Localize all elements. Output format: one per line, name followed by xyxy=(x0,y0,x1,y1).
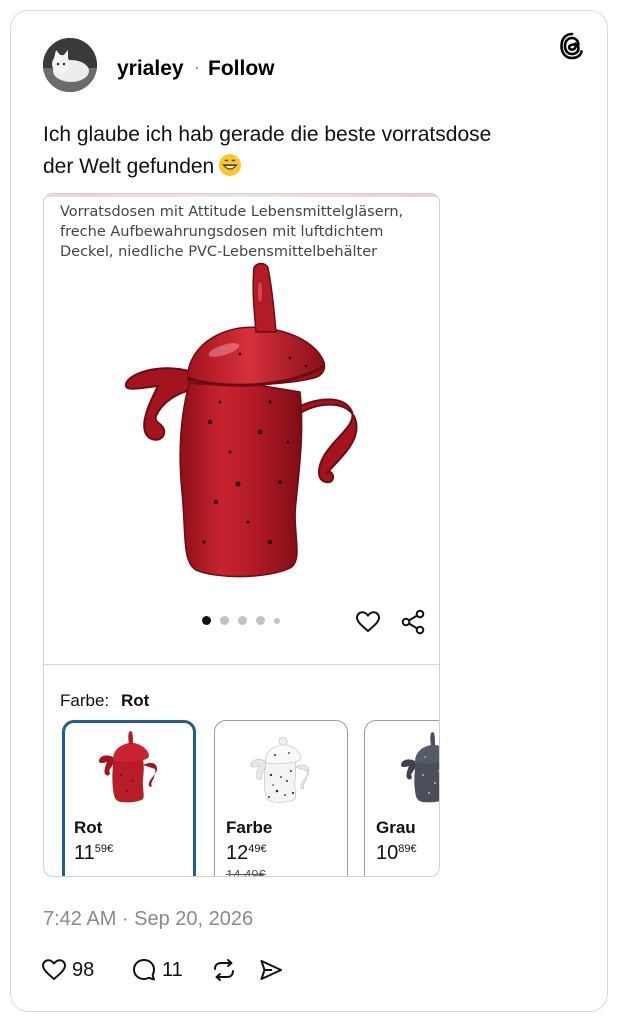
like-button[interactable]: 98 xyxy=(41,955,94,985)
variant-name: Farbe xyxy=(226,818,273,837)
variant-price: 1159€ xyxy=(74,842,114,864)
user-avatar[interactable] xyxy=(43,38,97,92)
variant-name: Rot xyxy=(74,818,103,837)
carousel-dot[interactable] xyxy=(256,616,265,625)
post-text: Ich glaube ich hab gerade die beste vorr… xyxy=(43,119,563,183)
carousel-dot[interactable] xyxy=(202,616,211,625)
follow-button[interactable]: Follow xyxy=(208,57,275,81)
heart-icon xyxy=(42,959,66,980)
carousel-dot[interactable] xyxy=(238,616,247,625)
embed-top-line xyxy=(44,194,439,197)
cat-photo-icon xyxy=(43,38,97,92)
carousel-dot[interactable] xyxy=(274,617,280,624)
username[interactable]: yrialey xyxy=(117,57,184,81)
variant-swatch-rot[interactable]: Rot 1159€ xyxy=(62,720,196,876)
variant-swatch-grau[interactable]: Grau 1089€ xyxy=(364,720,439,876)
repost-icon xyxy=(214,959,234,981)
post-timestamp[interactable]: 7:42 AM · Sep 20, 2026 xyxy=(43,908,253,931)
variant-thumbnail-white-speckled xyxy=(250,736,310,803)
variant-old-price: 14,49€ xyxy=(226,867,266,877)
variant-thumbnail-gray xyxy=(401,732,439,803)
comment-icon xyxy=(133,959,155,981)
reply-count: 11 xyxy=(162,958,183,981)
variant-name: Grau xyxy=(376,818,416,837)
like-count: 98 xyxy=(72,958,95,981)
product-embed[interactable]: Vorratsdosen mit Attitude Lebensmittelgl… xyxy=(43,193,440,877)
separator-dot: · xyxy=(194,57,200,77)
threads-post-card: yrialey · Follow Ich glaube ich hab gera… xyxy=(10,10,608,1012)
post-text-line: Ich glaube ich hab gerade die beste vorr… xyxy=(43,123,492,146)
product-description-line: Vorratsdosen mit Attitude Lebensmittelgl… xyxy=(60,204,404,220)
variant-thumbnail-red xyxy=(99,731,157,803)
selected-color-value: Rot xyxy=(121,691,150,710)
variant-price: 1089€ xyxy=(376,842,417,864)
carousel-dot[interactable] xyxy=(220,616,229,625)
divider xyxy=(44,664,439,665)
product-description: Vorratsdosen mit Attitude Lebensmittelgl… xyxy=(60,202,420,262)
repost-button[interactable] xyxy=(211,955,237,985)
variant-price: 1249€ xyxy=(226,842,267,864)
product-description-line: freche Aufbewahrungsdosen mit luftdichte… xyxy=(60,224,384,240)
post-text-line: der Welt gefunden xyxy=(43,151,563,183)
wishlist-heart-icon[interactable] xyxy=(355,609,381,635)
send-icon xyxy=(260,960,282,980)
share-nodes-icon[interactable] xyxy=(400,609,426,635)
color-label: Farbe: xyxy=(60,691,110,710)
threads-logo-icon[interactable] xyxy=(559,31,585,61)
variant-swatch-farbe[interactable]: Farbe 1249€ 14,49€ xyxy=(214,720,348,877)
product-description-line: Deckel, niedliche PVC-Lebensmittelbehält… xyxy=(60,244,378,260)
share-button[interactable] xyxy=(258,955,284,985)
product-image[interactable] xyxy=(120,262,364,584)
grinning-face-emoji-icon xyxy=(219,154,242,176)
reply-button[interactable]: 11 xyxy=(131,955,183,985)
